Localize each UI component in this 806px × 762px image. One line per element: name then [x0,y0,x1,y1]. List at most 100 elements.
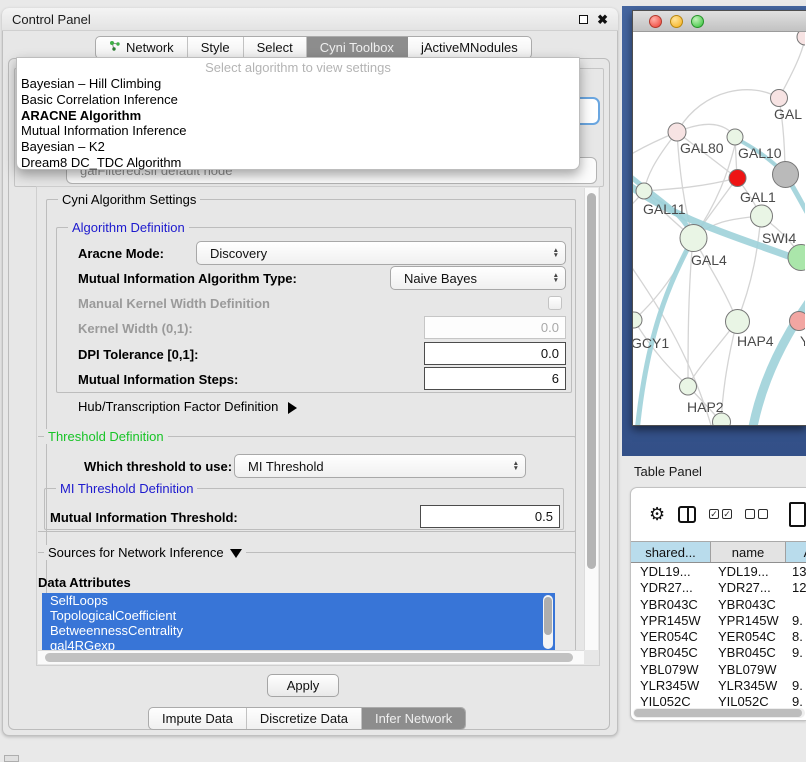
triangle-right-icon [288,402,297,414]
algorithm-popup-item[interactable]: Bayesian – Hill Climbing [17,76,579,92]
settings-scroll-container: Cyni Algorithm Settings Algorithm Defini… [36,186,600,666]
tab-cyni-toolbox-label: Cyni Toolbox [320,40,394,55]
table-row[interactable]: YIL052CYIL052C9. [631,694,806,707]
settings-vertical-scrollbar[interactable] [584,188,598,650]
column-header-name[interactable]: name [711,542,786,562]
network-node[interactable] [727,129,743,145]
sources-title-text: Sources for Network Inference [48,545,224,560]
data-attributes-label: Data Attributes [38,575,131,590]
document-icon[interactable] [789,502,806,527]
algorithm-popup-item[interactable]: Basic Correlation Inference [17,92,579,108]
chevron-up-down-icon: ▲▼ [553,248,559,259]
network-node[interactable] [751,205,773,227]
hub-definition-toggle[interactable]: Hub/Transcription Factor Definition [78,399,297,414]
table-row[interactable]: YPR145WYPR145W9. [631,613,806,629]
kernel-width-field[interactable]: 0.0 [424,316,566,339]
network-node-label: Y [800,333,805,349]
which-threshold-combo[interactable]: MI Threshold ▲▼ [234,454,526,478]
mi-threshold-value: 0.5 [535,509,553,524]
manual-kernel-checkbox[interactable] [548,296,562,310]
table-cell: 12 [786,580,806,596]
network-node[interactable] [797,32,805,45]
tab-discretize-data-label: Discretize Data [260,711,348,726]
tab-network[interactable]: Network [96,37,188,58]
split-view-icon[interactable] [678,506,696,523]
minimize-traffic-light-icon[interactable] [670,15,683,28]
sources-group-title[interactable]: Sources for Network Inference [44,545,246,560]
tab-impute-data[interactable]: Impute Data [149,708,247,729]
table-cell: YBR043C [631,597,711,613]
dpi-tolerance-field[interactable]: 0.0 [424,342,566,365]
select-all-checkboxes-icon[interactable]: ✓✓ [709,509,732,519]
tab-select-label: Select [257,40,293,55]
float-window-icon[interactable] [579,15,588,24]
tab-jactivemnodules[interactable]: jActiveMNodules [408,37,531,58]
network-node[interactable] [636,183,652,199]
algorithm-popup-item[interactable]: ARACNE Algorithm [17,108,579,124]
tab-infer-network[interactable]: Infer Network [362,708,465,729]
gear-icon[interactable]: ⚙ [649,505,665,523]
network-node[interactable] [668,123,686,141]
settings-horizontal-scrollbar[interactable] [38,650,584,664]
data-attribute-item[interactable]: TopologicalCoefficient [42,608,555,623]
attr-list-scrollbar[interactable] [543,595,553,649]
tab-network-label: Network [126,40,174,55]
mi-threshold-field[interactable]: 0.5 [420,505,560,528]
aracne-mode-combo[interactable]: Discovery ▲▼ [196,241,566,265]
network-node[interactable] [790,312,806,331]
network-node[interactable] [680,225,707,252]
zoom-traffic-light-icon[interactable] [691,15,704,28]
algorithm-definition-title: Algorithm Definition [68,220,189,235]
network-node-label: GCY1 [633,335,669,351]
table-row[interactable]: YDR27...YDR27...12 [631,580,806,596]
table-horizontal-scrollbar[interactable] [633,708,805,718]
network-svg: GAL80GALGAL10GAL1SWI4GAL11GAL4GCY1HAP4YH… [633,32,805,425]
tab-cyni-toolbox[interactable]: Cyni Toolbox [307,37,408,58]
table-row[interactable]: YDL19...YDL19...13 [631,564,806,580]
data-attribute-item[interactable]: BetweennessCentrality [42,623,555,638]
table-cell: 9. [786,613,806,629]
algorithm-popup-list: Bayesian – Hill ClimbingBasic Correlatio… [17,76,579,171]
table-row[interactable]: YLR345WYLR345W9. [631,678,806,694]
network-node-label: GAL1 [740,189,776,205]
mi-steps-field[interactable]: 6 [424,367,566,390]
table-cell: 8. [786,629,806,645]
deselect-all-checkboxes-icon[interactable] [745,509,768,519]
aracne-mode-value: Discovery [210,246,267,261]
network-window-titlebar[interactable] [633,11,806,32]
algorithm-popup-item[interactable]: Mutual Information Inference [17,123,579,139]
table-cell: YLR345W [711,678,786,694]
mi-type-value: Naive Bayes [404,271,477,286]
algorithm-popup-item[interactable]: Dream8 DC_TDC Algorithm [17,155,579,171]
control-panel-titlebar: Control Panel ✖ [2,8,618,31]
network-node[interactable] [771,90,788,107]
algorithm-popup-item[interactable]: Bayesian – K2 [17,139,579,155]
mi-type-combo[interactable]: Naive Bayes ▲▼ [390,266,566,290]
collapsed-panel-icon[interactable] [4,755,19,762]
data-attribute-item[interactable]: gal4RGexp [42,638,555,650]
close-traffic-light-icon[interactable] [649,15,662,28]
network-node[interactable] [773,162,799,188]
apply-button[interactable]: Apply [267,674,339,697]
table-cell: YDL19... [631,564,711,580]
table-row[interactable]: YBL079WYBL079W [631,662,806,678]
tab-discretize-data[interactable]: Discretize Data [247,708,362,729]
network-canvas[interactable]: GAL80GALGAL10GAL1SWI4GAL11GAL4GCY1HAP4YH… [633,32,805,425]
column-header-shared-name[interactable]: shared... [631,542,711,562]
network-node[interactable] [680,378,697,395]
network-node[interactable] [726,310,750,334]
column-header-third[interactable]: A [786,542,806,562]
tab-style[interactable]: Style [188,37,244,58]
table-row[interactable]: YBR043CYBR043C [631,597,806,613]
table-row[interactable]: YBR045CYBR045C9. [631,645,806,661]
control-panel-title: Control Panel [12,12,91,27]
network-node[interactable] [788,245,805,271]
tab-select[interactable]: Select [244,37,307,58]
mi-threshold-group-title: MI Threshold Definition [56,481,197,496]
table-row[interactable]: YER054CYER054C8. [631,629,806,645]
data-attribute-item[interactable]: SelfLoops [42,593,555,608]
network-node-label: HAP2 [687,399,724,415]
close-icon[interactable]: ✖ [597,13,608,26]
data-attributes-list[interactable]: SelfLoopsTopologicalCoefficientBetweenne… [42,593,555,650]
network-node[interactable] [729,170,746,187]
